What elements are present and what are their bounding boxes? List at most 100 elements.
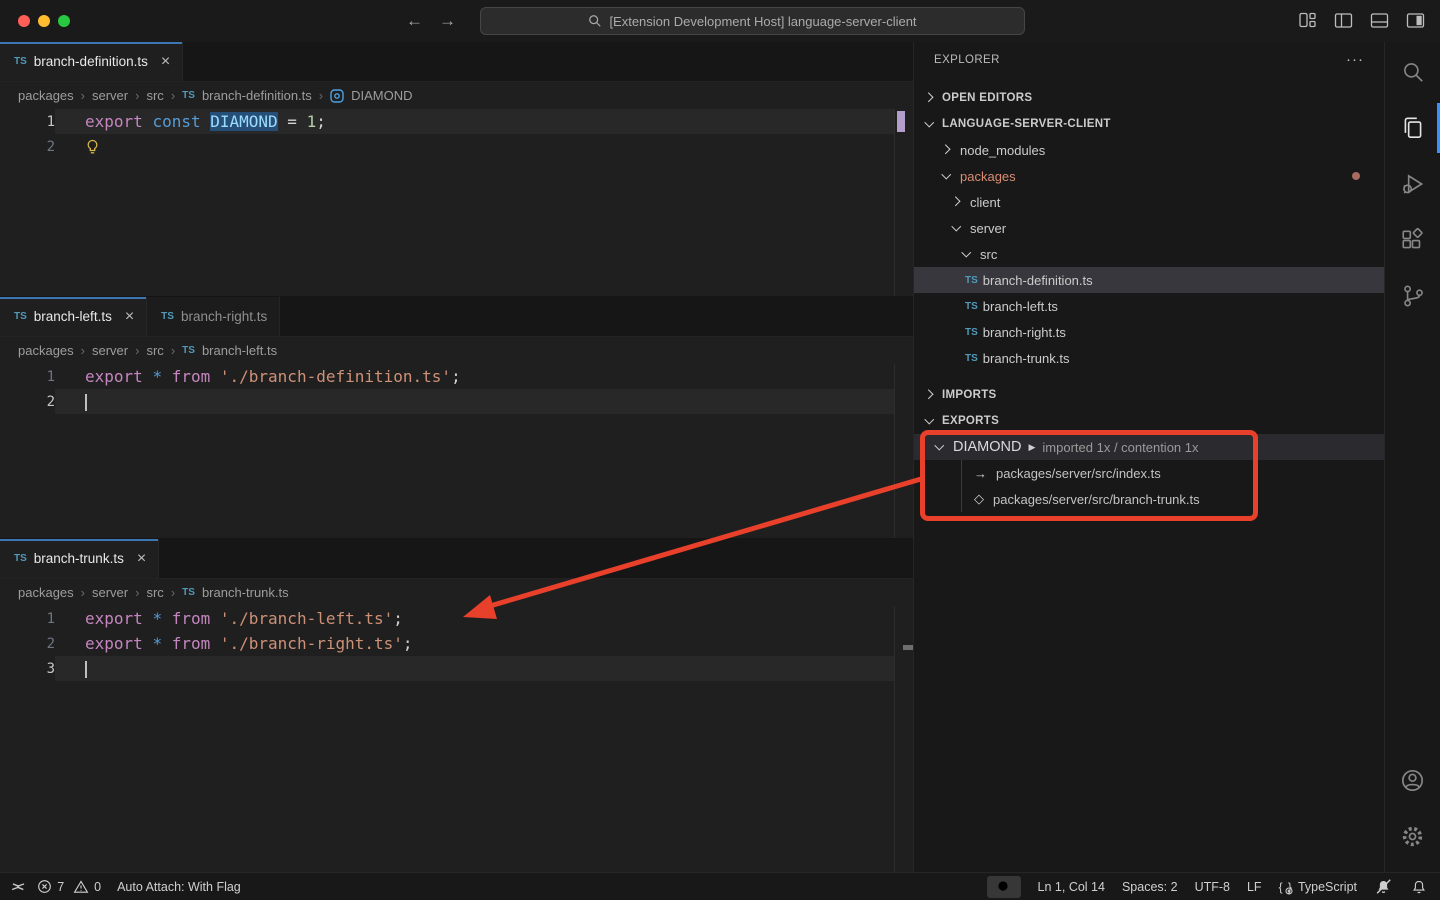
line-number[interactable]: 1 [0,611,55,627]
code-line[interactable]: 2 [0,389,913,414]
eol-status[interactable]: LF [1247,880,1262,894]
open-editors-section[interactable]: OPEN EDITORS [914,85,1384,111]
tree-item-node-modules[interactable]: node_modules [914,137,1384,163]
account-button[interactable] [1385,752,1440,808]
more-actions-icon[interactable]: ··· [1346,55,1364,65]
export-ref-branch-trunk[interactable]: ◇ packages/server/src/branch-trunk.ts [914,486,1384,512]
line-number[interactable]: 3 [0,661,55,677]
command-center-search[interactable]: [Extension Development Host] language-se… [480,7,1025,35]
indentation-status[interactable]: Spaces: 2 [1122,880,1178,894]
line-number[interactable]: 1 [0,369,55,385]
export-usage-meta: imported 1x / contention 1x [1042,440,1198,455]
encoding-status[interactable]: UTF-8 [1195,880,1230,894]
breadcrumb-item[interactable]: server [92,88,128,103]
breadcrumb-item[interactable]: src [146,585,163,600]
line-number[interactable]: 2 [0,394,55,410]
extensions-activity-button[interactable] [1385,212,1440,268]
tree-item-src[interactable]: src [914,241,1384,267]
breadcrumb-file[interactable]: branch-definition.ts [202,88,312,103]
explorer-title: EXPLORER [934,54,1000,66]
export-ref-index[interactable]: → packages/server/src/index.ts [914,460,1384,486]
code-line[interactable]: 3 [0,656,913,681]
token: DIAMOND [210,112,277,131]
forward-button[interactable]: → [439,11,456,31]
breadcrumb: packages › server › src › TS branch-trun… [0,579,913,606]
notifications-muted-button[interactable] [1374,877,1393,896]
breadcrumb-item[interactable]: src [146,88,163,103]
breadcrumb-item[interactable]: packages [18,585,74,600]
search-activity-button[interactable] [1385,44,1440,100]
close-icon[interactable]: × [125,308,134,326]
tree-item-branch-right[interactable]: TS branch-right.ts [914,319,1384,345]
exports-section[interactable]: EXPORTS [914,408,1384,434]
back-button[interactable]: ← [406,11,423,31]
export-item-diamond[interactable]: DIAMOND ▶ imported 1x / contention 1x [914,434,1384,460]
code-line[interactable]: 1 export const DIAMOND = 1; [0,109,913,134]
tab-bar: TS branch-trunk.ts × [0,539,913,579]
remote-indicator-icon[interactable]: >< [11,879,22,894]
breadcrumb-item[interactable]: packages [18,88,74,103]
tree-item-client[interactable]: client [914,189,1384,215]
run-debug-activity-button[interactable] [1385,156,1440,212]
account-icon [1399,767,1426,794]
typescript-file-icon: TS [965,301,978,312]
breadcrumb-item[interactable]: server [92,343,128,358]
toggle-secondary-sidebar-icon[interactable] [1405,10,1426,31]
tab-branch-right[interactable]: TS branch-right.ts [147,297,280,336]
chevron-right-icon: › [81,88,85,103]
settings-button[interactable] [1385,808,1440,864]
line-number[interactable]: 2 [0,139,55,155]
code-line[interactable]: 1 export * from './branch-definition.ts'… [0,364,913,389]
tree-item-packages[interactable]: packages [914,163,1384,189]
notifications-button[interactable] [1410,878,1428,896]
debug-icon [1400,171,1426,197]
close-icon[interactable]: × [161,53,170,71]
breadcrumb-file[interactable]: branch-left.ts [202,343,277,358]
tree-item-branch-left[interactable]: TS branch-left.ts [914,293,1384,319]
error-count: 7 [57,880,64,894]
code-editor[interactable]: 1 export * from './branch-left.ts'; 2 ex… [0,606,913,681]
lightbulb-icon[interactable] [85,139,100,155]
customize-layout-icon[interactable] [1297,10,1318,31]
breadcrumb-file[interactable]: branch-trunk.ts [202,585,289,600]
code-line[interactable]: 2 [0,134,913,159]
line-number[interactable]: 1 [0,114,55,130]
tab-branch-trunk[interactable]: TS branch-trunk.ts × [0,539,159,578]
tree-item-server[interactable]: server [914,215,1384,241]
language-mode-status[interactable]: { } TypeScript [1279,880,1357,894]
error-badge-icon [1285,887,1293,895]
breadcrumb-symbol[interactable]: DIAMOND [351,88,412,103]
close-icon[interactable]: × [137,550,146,568]
tab-branch-left[interactable]: TS branch-left.ts × [0,297,147,336]
imports-section[interactable]: IMPORTS [914,382,1384,408]
warning-count: 0 [94,880,101,894]
explorer-activity-button[interactable] [1385,100,1440,156]
maximize-window-button[interactable] [58,15,70,27]
breadcrumb-item[interactable]: server [92,585,128,600]
arrow-right-icon: → [974,466,987,481]
zoom-button[interactable] [987,876,1021,898]
code-line[interactable]: 1 export * from './branch-left.ts'; [0,606,913,631]
typescript-file-icon: TS [965,353,978,364]
toggle-panel-icon[interactable] [1369,10,1390,31]
code-editor[interactable]: 1 export const DIAMOND = 1; 2 [0,109,913,159]
breadcrumb-item[interactable]: packages [18,343,74,358]
typescript-file-icon: TS [965,275,978,286]
toggle-primary-sidebar-icon[interactable] [1333,10,1354,31]
tree-item-branch-definition[interactable]: TS branch-definition.ts [914,267,1384,293]
breadcrumb-item[interactable]: src [146,343,163,358]
source-control-activity-button[interactable] [1385,268,1440,324]
line-number[interactable]: 2 [0,636,55,652]
tree-item-label: node_modules [960,143,1045,158]
code-line[interactable]: 2 export * from './branch-right.ts'; [0,631,913,656]
code-editor[interactable]: 1 export * from './branch-definition.ts'… [0,364,913,414]
cursor-position-status[interactable]: Ln 1, Col 14 [1038,880,1105,894]
close-window-button[interactable] [18,15,30,27]
problems-status[interactable]: 7 0 [37,879,101,894]
project-section[interactable]: LANGUAGE-SERVER-CLIENT [914,111,1384,137]
minimize-window-button[interactable] [38,15,50,27]
tab-branch-definition[interactable]: TS branch-definition.ts × [0,42,183,81]
auto-attach-status[interactable]: Auto Attach: With Flag [117,880,241,894]
chevron-right-icon [922,387,938,403]
tree-item-branch-trunk[interactable]: TS branch-trunk.ts [914,345,1384,371]
